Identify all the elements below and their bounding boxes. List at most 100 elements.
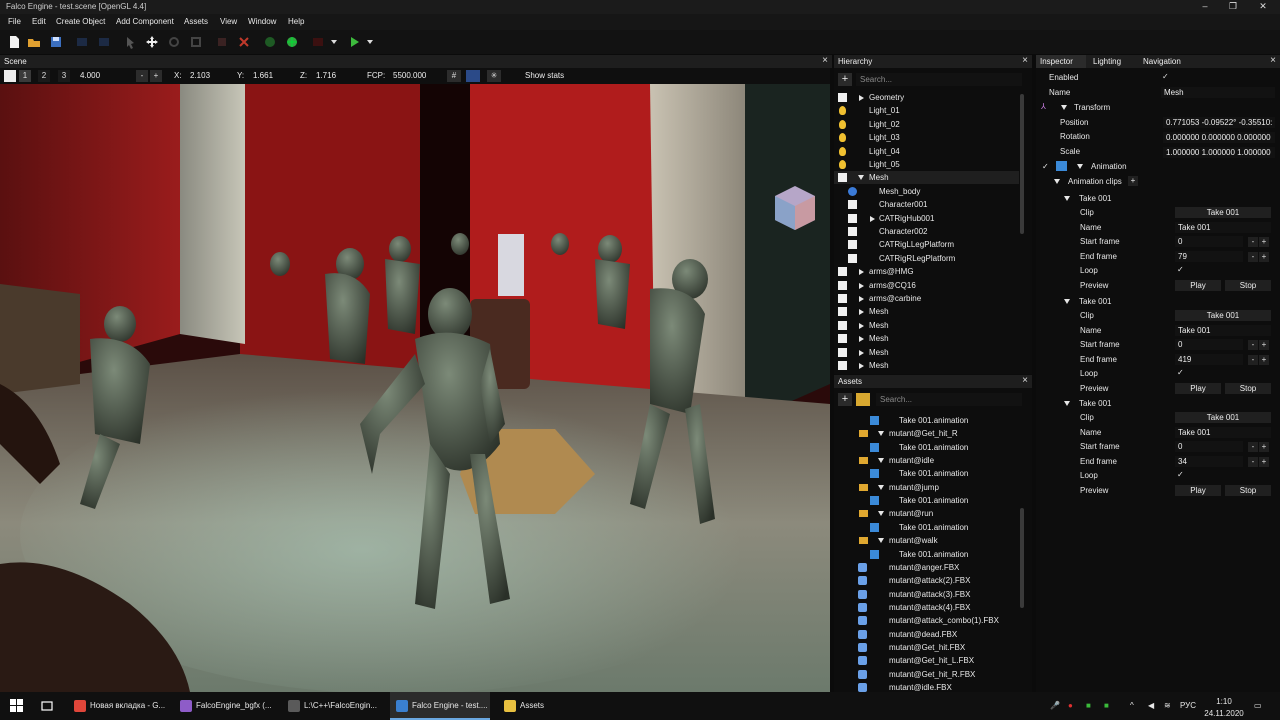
- network-icon[interactable]: ≋: [1164, 692, 1176, 720]
- speed-plus-button[interactable]: +: [150, 70, 162, 82]
- collapse-clips-icon[interactable]: [1054, 179, 1060, 184]
- asset-item[interactable]: mutant@anger.FBX: [834, 561, 1019, 574]
- save-icon[interactable]: [48, 34, 64, 50]
- asset-item[interactable]: Take 001.animation: [834, 441, 1019, 454]
- asset-item[interactable]: mutant@attack(2).FBX: [834, 574, 1019, 587]
- menu-edit[interactable]: Edit: [32, 17, 46, 26]
- taskbar-app[interactable]: Falco Engine - test....: [390, 692, 490, 720]
- add-clip-button[interactable]: +: [1128, 176, 1138, 186]
- task-view-button[interactable]: [36, 692, 58, 720]
- object-icon[interactable]: [848, 253, 857, 263]
- menu-help[interactable]: Help: [288, 17, 304, 26]
- position-field[interactable]: 0.771053 -0.09522° -0.35510:: [1163, 117, 1275, 128]
- x-value[interactable]: 2.103: [190, 71, 210, 80]
- start-frame-decrement[interactable]: -: [1248, 237, 1258, 247]
- hierarchy-item[interactable]: Light_02: [834, 118, 1019, 131]
- play-button[interactable]: Play: [1175, 280, 1221, 291]
- rotate-tool-icon[interactable]: [166, 34, 182, 50]
- loop-checkbox[interactable]: ✓: [1177, 368, 1184, 377]
- object-icon[interactable]: [838, 173, 847, 183]
- clip-name-field[interactable]: Take 001: [1175, 427, 1271, 439]
- enabled-checkbox[interactable]: ✓: [1162, 72, 1169, 81]
- menu-assets[interactable]: Assets: [184, 17, 208, 26]
- redo-icon[interactable]: [96, 34, 112, 50]
- taskbar-app[interactable]: Новая вкладка - G...: [68, 692, 168, 720]
- collapse-clip-icon[interactable]: [1064, 196, 1070, 201]
- start-frame-field[interactable]: 0: [1175, 338, 1243, 350]
- play-options-chevron-icon[interactable]: [362, 34, 373, 50]
- collapse-icon[interactable]: [878, 458, 884, 464]
- object-icon[interactable]: [838, 294, 847, 303]
- navmesh-icon[interactable]: [262, 34, 278, 50]
- layer-button-3[interactable]: 3: [58, 70, 70, 82]
- add-object-button[interactable]: +: [838, 73, 852, 86]
- gizmo-icon[interactable]: [466, 70, 480, 82]
- start-button[interactable]: [6, 692, 28, 720]
- clip-select-button[interactable]: Take 001: [1175, 207, 1271, 218]
- loop-checkbox[interactable]: ✓: [1177, 470, 1184, 479]
- record-icon[interactable]: [310, 34, 326, 50]
- menu-create-object[interactable]: Create Object: [56, 17, 105, 26]
- language-indicator[interactable]: РУС: [1180, 692, 1202, 720]
- light-bulb-icon[interactable]: [839, 106, 846, 116]
- object-icon[interactable]: [848, 200, 857, 210]
- end-frame-increment[interactable]: +: [1259, 457, 1269, 468]
- light-bulb-icon[interactable]: [839, 160, 846, 169]
- clip-title[interactable]: Take 001: [1079, 297, 1111, 306]
- hierarchy-item[interactable]: Mesh: [834, 332, 1019, 345]
- light-toggle-icon[interactable]: ✳: [487, 70, 501, 82]
- volume-icon[interactable]: ◀: [1148, 692, 1160, 720]
- tab-navigation[interactable]: Navigation: [1143, 57, 1181, 66]
- open-folder-icon[interactable]: [26, 34, 42, 50]
- tab-inspector[interactable]: Inspector: [1036, 55, 1086, 68]
- new-file-icon[interactable]: [6, 34, 22, 50]
- asset-item[interactable]: Take 001.animation: [834, 548, 1019, 561]
- asset-item[interactable]: mutant@run: [834, 507, 1019, 520]
- hierarchy-item[interactable]: Mesh: [834, 305, 1019, 318]
- asset-item[interactable]: mutant@attack(4).FBX: [834, 601, 1019, 614]
- scene-viewport[interactable]: [0, 84, 830, 692]
- expand-icon[interactable]: [859, 95, 864, 101]
- menu-add-component[interactable]: Add Component: [116, 17, 174, 26]
- scale-tool-icon[interactable]: [188, 34, 204, 50]
- maximize-button[interactable]: ❐: [1218, 0, 1248, 14]
- asset-item[interactable]: mutant@jump: [834, 481, 1019, 494]
- menu-view[interactable]: View: [220, 17, 237, 26]
- expand-icon[interactable]: [859, 322, 864, 329]
- clip-name-field[interactable]: Take 001: [1175, 222, 1271, 233]
- hierarchy-item[interactable]: CATRigLLegPlatform: [834, 238, 1019, 251]
- stop-button[interactable]: Stop: [1225, 485, 1271, 497]
- mesh-icon[interactable]: [848, 186, 857, 196]
- tab-lighting[interactable]: Lighting: [1093, 57, 1121, 66]
- taskbar-app[interactable]: FalcoEngine_bgfx (...: [174, 692, 274, 720]
- object-icon[interactable]: [838, 93, 847, 102]
- start-frame-increment[interactable]: +: [1259, 442, 1269, 453]
- start-frame-field[interactable]: 0: [1175, 441, 1243, 453]
- folder-icon[interactable]: [856, 393, 870, 406]
- asset-item[interactable]: mutant@idle: [834, 454, 1019, 467]
- start-frame-increment[interactable]: +: [1259, 237, 1269, 247]
- end-frame-field[interactable]: 34: [1175, 456, 1243, 468]
- collapse-icon[interactable]: [878, 511, 884, 517]
- hierarchy-item[interactable]: CATRigRLegPlatform: [834, 252, 1019, 265]
- stop-button[interactable]: Stop: [1225, 280, 1271, 291]
- asset-item[interactable]: Take 001.animation: [834, 494, 1019, 507]
- collapse-transform-icon[interactable]: [1061, 105, 1067, 110]
- add-asset-button[interactable]: +: [838, 393, 852, 406]
- undo-icon[interactable]: [74, 34, 90, 50]
- hierarchy-item[interactable]: arms@HMG: [834, 265, 1019, 278]
- tray-app-icon[interactable]: ■: [1086, 692, 1098, 720]
- close-icon[interactable]: ×: [1022, 375, 1028, 386]
- hierarchy-item[interactable]: arms@carbine: [834, 292, 1019, 305]
- select-tool-icon[interactable]: [122, 34, 138, 50]
- asset-item[interactable]: mutant@attack(3).FBX: [834, 588, 1019, 601]
- hierarchy-item[interactable]: Mesh: [834, 171, 1019, 185]
- end-frame-decrement[interactable]: -: [1248, 354, 1258, 365]
- hierarchy-item[interactable]: arms@CQ16: [834, 279, 1019, 292]
- camera-icon[interactable]: [4, 70, 16, 82]
- microphone-icon[interactable]: 🎤: [1050, 692, 1062, 720]
- expand-icon[interactable]: [870, 215, 875, 222]
- expand-icon[interactable]: [859, 336, 864, 343]
- asset-item[interactable]: mutant@Get_hit_R.FBX: [834, 668, 1019, 681]
- record-tray-icon[interactable]: ●: [1068, 692, 1080, 720]
